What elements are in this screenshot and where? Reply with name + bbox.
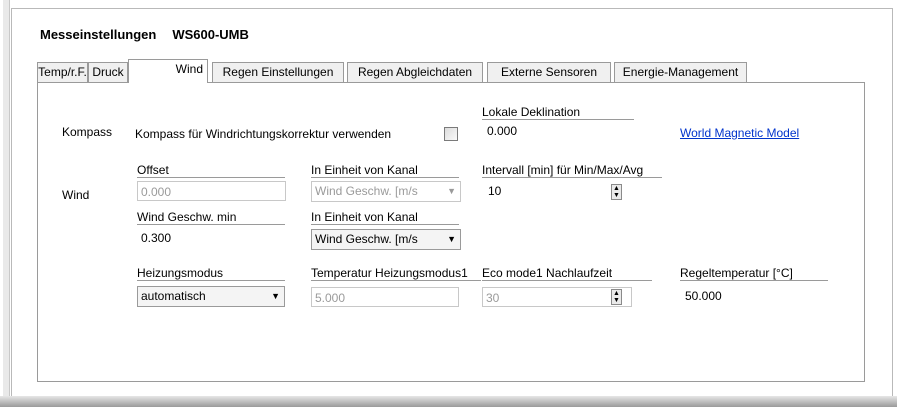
unit2-select-value: Wind Geschw. [m/s [315, 232, 418, 246]
interval-input[interactable]: 10 [485, 181, 605, 201]
temp-heizungsmodus-label: Temperatur Heizungsmodus1 [311, 266, 481, 281]
regeltemperatur-input[interactable]: 50.000 [682, 286, 822, 306]
unit1-select[interactable]: Wind Geschw. [m/s ▼ [311, 181, 461, 202]
offset-label: Offset [137, 163, 285, 178]
deklination-label: Lokale Deklination [482, 105, 634, 120]
tab-energie-management[interactable]: Energie-Management [614, 62, 747, 82]
device-model: WS600-UMB [172, 27, 249, 42]
eco-mode-input[interactable]: 30 [482, 287, 632, 307]
unit2-select[interactable]: Wind Geschw. [m/s ▼ [311, 229, 461, 250]
eco-mode-spinner[interactable]: ▲ ▼ [611, 289, 622, 305]
unit1-label: In Einheit von Kanal [311, 163, 459, 178]
window-bottom-edge [0, 396, 897, 407]
offset-input[interactable]: 0.000 [137, 181, 286, 201]
wind-section-label: Wind [62, 188, 90, 202]
tab-label: Druck [92, 65, 124, 79]
unit1-select-value: Wind Geschw. [m/s [315, 184, 418, 198]
tab-temp-rf[interactable]: Temp/r.F. [37, 62, 88, 82]
interval-spinner[interactable]: ▲ ▼ [611, 184, 622, 200]
eco-mode-value: 30 [486, 291, 500, 305]
eco-mode-label: Eco mode1 Nachlaufzeit [482, 266, 652, 281]
spin-down-icon: ▼ [613, 297, 620, 304]
deklination-input[interactable]: 0.000 [484, 121, 624, 141]
kompass-checkbox-label: Kompass für Windrichtungskorrektur verwe… [135, 127, 392, 141]
spin-down-icon: ▼ [613, 192, 620, 199]
tab-regen-abgleichdaten[interactable]: Regen Abgleichdaten [347, 62, 483, 82]
tab-externe-sensoren[interactable]: Externe Sensoren [487, 62, 611, 82]
tab-label: Energie-Management [622, 65, 739, 79]
tab-regen-einstellungen[interactable]: Regen Einstellungen [212, 62, 344, 82]
tab-wind[interactable]: Wind [128, 59, 208, 83]
unit2-label: In Einheit von Kanal [311, 210, 459, 225]
tab-label: Externe Sensoren [500, 65, 598, 79]
page-title: Messeinstellungen WS600-UMB [40, 27, 249, 42]
interval-label: Intervall [min] für Min/Max/Avg [482, 163, 662, 178]
tab-label: Temp/r.F. [38, 65, 87, 79]
temp-heizungsmodus-input[interactable]: 5.000 [311, 287, 459, 307]
heizungsmodus-label: Heizungsmodus [137, 266, 285, 281]
chevron-down-icon: ▼ [447, 186, 456, 196]
chevron-down-icon: ▼ [271, 291, 280, 301]
wind-min-label: Wind Geschw. min [137, 210, 285, 225]
kompass-section-label: Kompass [62, 125, 113, 139]
world-magnetic-model-link[interactable]: World Magnetic Model [680, 126, 799, 140]
chevron-down-icon: ▼ [447, 234, 456, 244]
tab-label: Regen Einstellungen [222, 65, 334, 79]
spin-up-icon: ▲ [613, 290, 620, 297]
tab-label: Regen Abgleichdaten [357, 65, 473, 79]
spin-up-icon: ▲ [613, 185, 620, 192]
heizungsmodus-value: automatisch [141, 289, 206, 303]
kompass-checkbox[interactable] [444, 127, 458, 141]
wind-min-input[interactable]: 0.300 [138, 228, 278, 248]
tab-label: Wind [175, 62, 203, 76]
title-text: Messeinstellungen [40, 27, 157, 42]
tab-druck[interactable]: Druck [88, 62, 128, 82]
heizungsmodus-select[interactable]: automatisch ▼ [137, 286, 285, 307]
window-left-edge [3, 0, 10, 404]
regeltemperatur-label: Regeltemperatur [°C] [680, 266, 828, 281]
